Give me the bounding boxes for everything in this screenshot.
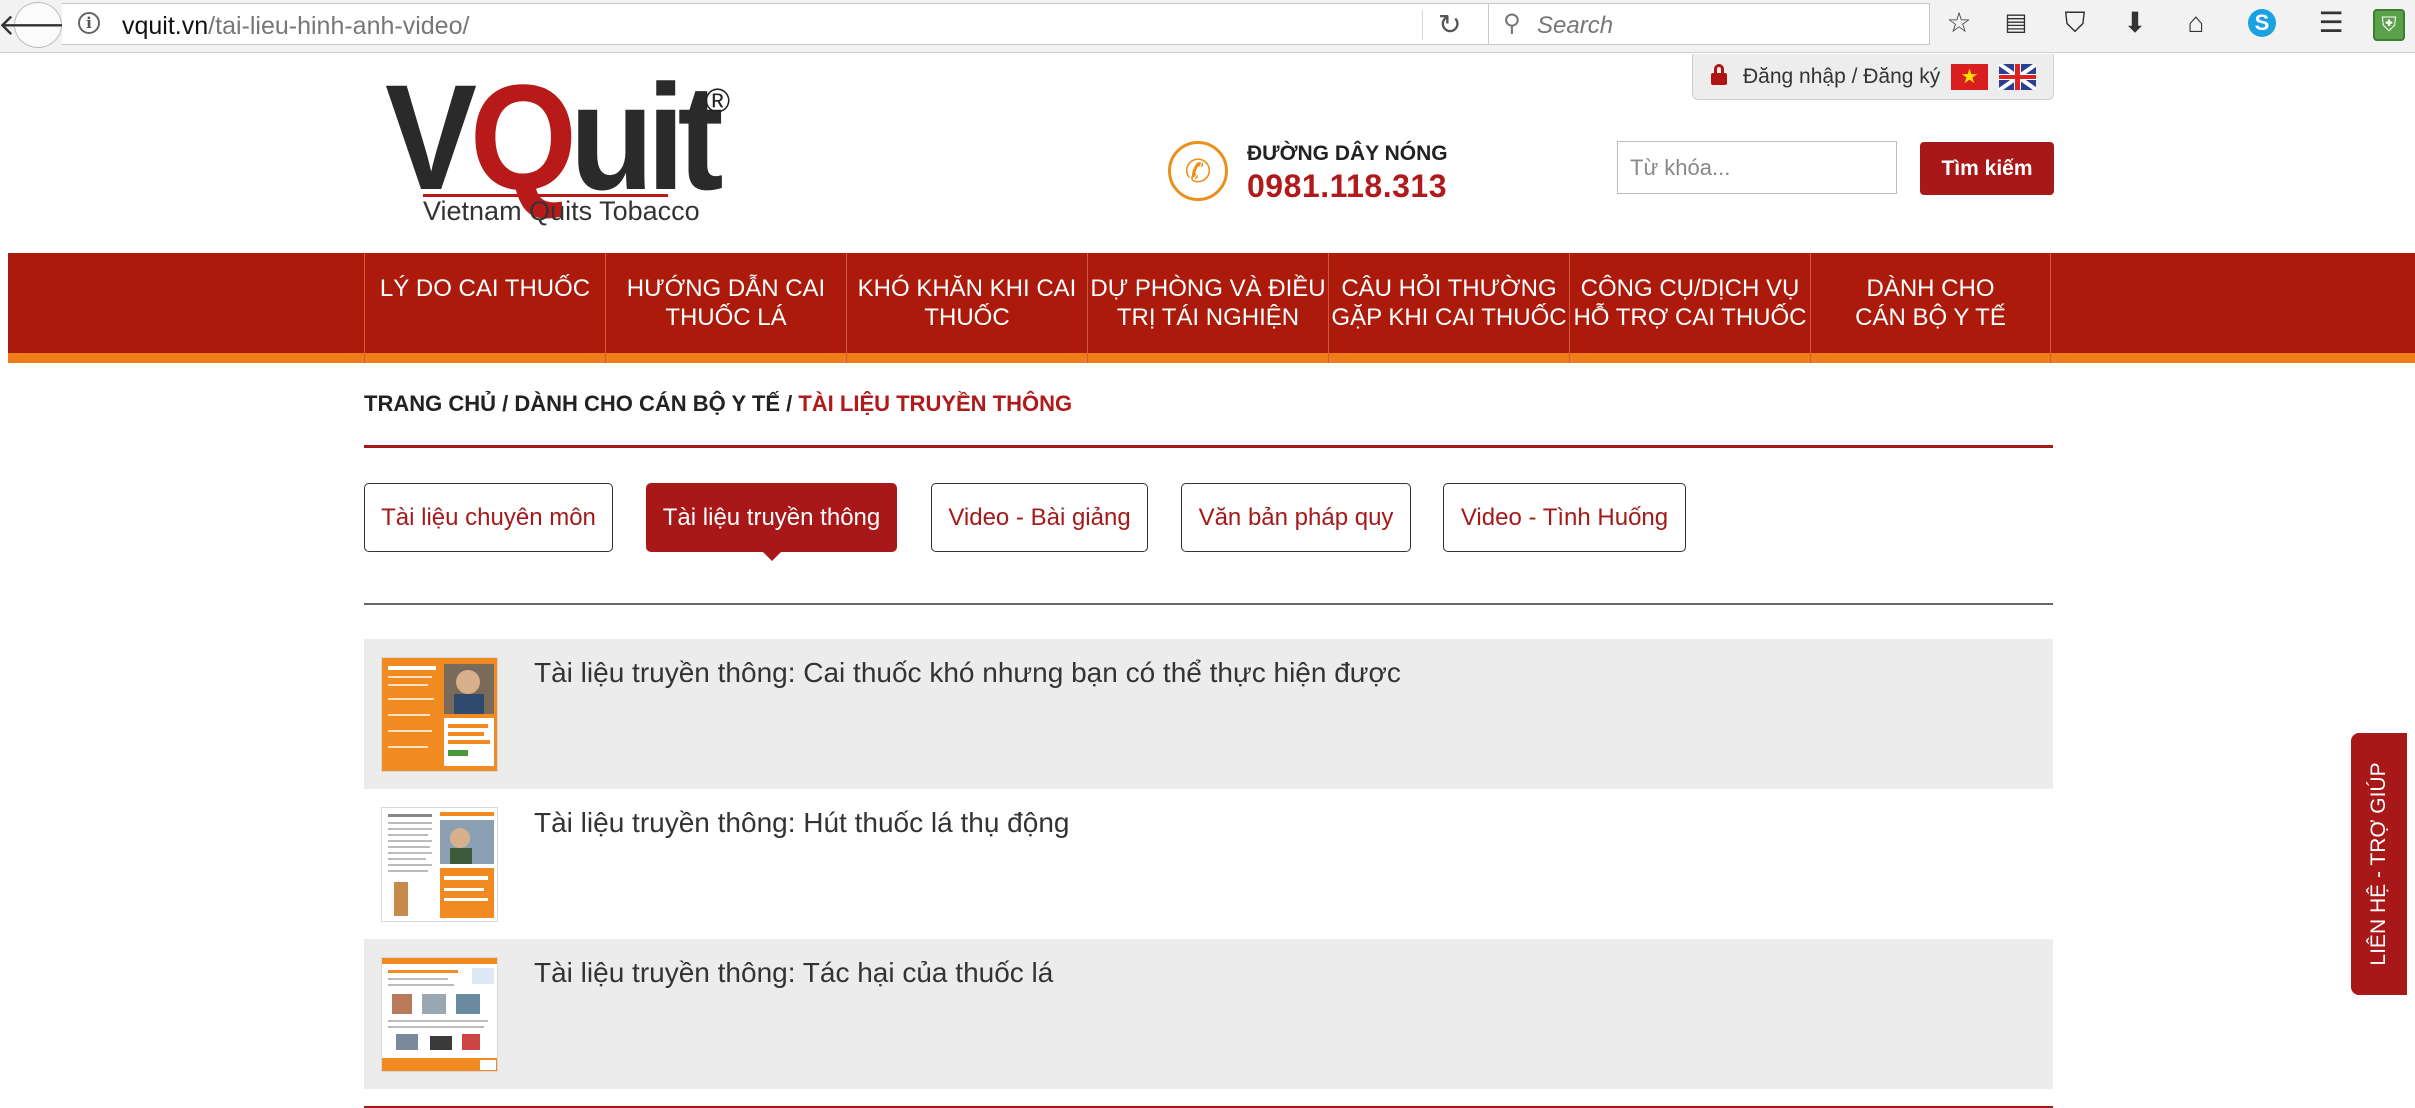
vquit-logo[interactable]: VQuit ® Vietnam Quits Tobacco	[385, 62, 745, 230]
tab-tai-lieu-chuyen-mon[interactable]: Tài liệu chuyên môn	[364, 483, 613, 552]
browser-search-placeholder: Search	[1537, 12, 1614, 39]
breadcrumb-current: TÀI LIỆU TRUYỀN THÔNG	[798, 391, 1073, 416]
reading-list-icon[interactable]: ▤	[1999, 6, 2033, 40]
login-bar: Đăng nhập / Đăng ký ★	[1692, 54, 2054, 100]
vietnam-flag-icon[interactable]: ★	[1951, 64, 1988, 90]
login-register-link[interactable]: Đăng nhập / Đăng ký	[1743, 65, 1940, 89]
nav-item-ly-do[interactable]: LÝ DO CAI THUỐC	[364, 253, 605, 363]
hotline-label: ĐƯỜNG DÂY NÓNG	[1247, 142, 1448, 165]
info-icon[interactable]: i	[78, 12, 100, 34]
document-title[interactable]: Tài liệu truyền thông: Hút thuốc lá thụ …	[534, 807, 1069, 839]
list-item[interactable]: Tài liệu truyền thông: Cai thuốc khó như…	[364, 639, 2053, 789]
nav-item-cau-hoi[interactable]: CÂU HỎI THƯỜNG GẶP KHI CAI THUỐC	[1328, 253, 1569, 363]
registered-mark: ®	[705, 82, 731, 120]
reload-icon[interactable]: ↻	[1438, 8, 1461, 41]
logo-wordmark: VQuit	[385, 53, 724, 221]
divider	[364, 603, 2053, 605]
breadcrumb-parent[interactable]: DÀNH CHO CÁN BỘ Y TẾ	[514, 391, 780, 416]
pocket-icon[interactable]: ⛉	[2058, 6, 2092, 40]
contact-help-tab[interactable]: LIÊN HỆ - TRỢ GIÚP	[2351, 733, 2407, 995]
bookmark-star-icon[interactable]: ☆	[1942, 6, 1976, 40]
nav-item-kho-khan[interactable]: KHÓ KHĂN KHI CAI THUỐC	[846, 253, 1087, 363]
phone-icon: ✆	[1168, 141, 1228, 201]
nav-item-cong-cu[interactable]: CÔNG CỤ/DỊCH VỤ HỖ TRỢ CAI THUỐC	[1569, 253, 1810, 363]
browser-search-box[interactable]: ⚲ Search	[1488, 3, 1930, 45]
document-thumbnail[interactable]	[381, 657, 498, 772]
list-item[interactable]: Tài liệu truyền thông: Tác hại của thuốc…	[364, 939, 2053, 1089]
download-icon[interactable]: ⬇	[2118, 6, 2152, 40]
home-icon[interactable]: ⌂	[2179, 6, 2213, 40]
browser-toolbar: 🡐 i vquit.vn/tai-lieu-hinh-anh-video/ ↻ …	[0, 0, 2415, 53]
uk-flag-icon[interactable]	[1999, 64, 2036, 90]
tab-van-ban-phap-quy[interactable]: Văn bản pháp quy	[1181, 483, 1411, 552]
breadcrumb: TRANG CHỦ / DÀNH CHO CÁN BỘ Y TẾ / TÀI L…	[364, 391, 1073, 416]
tab-video-bai-giang[interactable]: Video - Bài giảng	[931, 483, 1148, 552]
hotline-number[interactable]: 0981.118.313	[1247, 168, 1447, 205]
help-tab-label: LIÊN HỆ - TRỢ GIÚP	[2367, 762, 2390, 966]
lock-icon	[1711, 64, 1727, 85]
tab-video-tinh-huong[interactable]: Video - Tình Huống	[1443, 483, 1686, 552]
document-thumbnail[interactable]	[381, 957, 498, 1072]
breadcrumb-home[interactable]: TRANG CHỦ	[364, 391, 496, 416]
nav-item-du-phong[interactable]: DỰ PHÒNG VÀ ĐIỀU TRỊ TÁI NGHIỆN	[1087, 253, 1328, 363]
menu-icon[interactable]: ☰	[2314, 6, 2348, 40]
back-icon[interactable]: 🡐	[0, 2, 78, 48]
url-divider	[1422, 10, 1423, 40]
list-item[interactable]: Tài liệu truyền thông: Hút thuốc lá thụ …	[364, 789, 2053, 939]
document-title[interactable]: Tài liệu truyền thông: Tác hại của thuốc…	[534, 957, 1053, 989]
document-title[interactable]: Tài liệu truyền thông: Cai thuốc khó như…	[534, 657, 1401, 689]
search-icon: ⚲	[1503, 10, 1521, 37]
tab-tai-lieu-truyen-thong[interactable]: Tài liệu truyền thông	[646, 483, 897, 561]
logo-tagline: Vietnam Quits Tobacco	[423, 196, 700, 226]
divider	[364, 445, 2053, 448]
nav-item-can-bo-y-te[interactable]: DÀNH CHO CÁN BỘ Y TẾ	[1810, 253, 2051, 363]
nav-item-huong-dan[interactable]: HƯỚNG DẪN CAI THUỐC LÁ	[605, 253, 846, 363]
search-button[interactable]: Tìm kiếm	[1920, 142, 2054, 195]
extension-icon[interactable]: ⛨	[2373, 9, 2405, 41]
document-thumbnail[interactable]	[381, 807, 498, 922]
skype-icon[interactable]: S	[2248, 9, 2276, 37]
keyword-search-input[interactable]	[1617, 141, 1897, 194]
url-text[interactable]: vquit.vn/tai-lieu-hinh-anh-video/	[122, 12, 469, 41]
